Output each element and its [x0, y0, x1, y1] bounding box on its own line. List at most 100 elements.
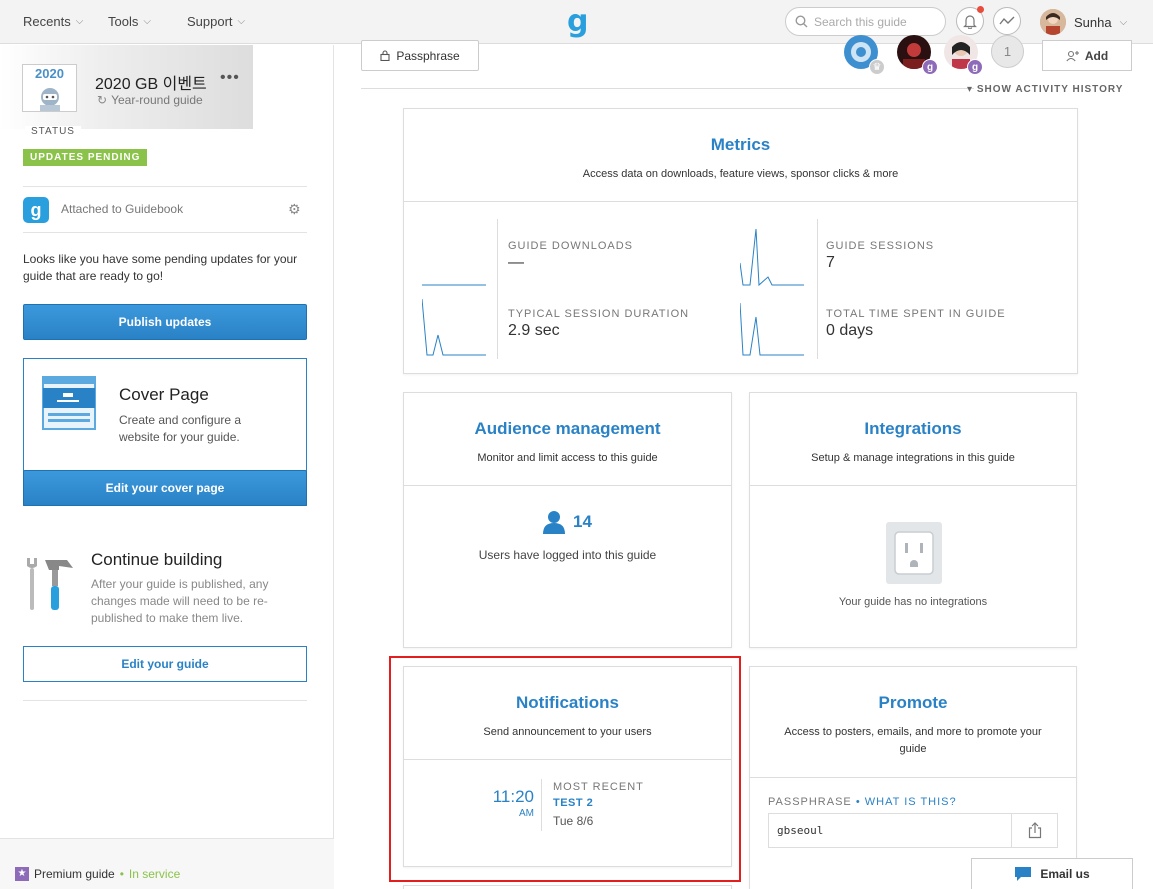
- sessions-sparkline: [740, 228, 804, 287]
- premium-separator: •: [119, 866, 124, 881]
- metrics-card[interactable]: Metrics Access data on downloads, featur…: [403, 108, 1078, 374]
- premium-status-text: In service: [128, 866, 181, 881]
- activity-pulse-icon: [999, 16, 1015, 25]
- divider: [404, 201, 1077, 202]
- passphrase-button-label: Passphrase: [396, 48, 460, 63]
- share-button[interactable]: [1011, 813, 1058, 848]
- guide-more-menu[interactable]: •••: [220, 69, 240, 87]
- time-spent-sparkline: [740, 302, 804, 356]
- metrics-title: Metrics: [710, 135, 771, 154]
- publish-updates-button[interactable]: Publish updates: [23, 304, 307, 340]
- audience-desc: Users have logged into this guide: [478, 548, 657, 562]
- edit-guide-button[interactable]: Edit your guide: [23, 646, 307, 682]
- passphrase-button[interactable]: Passphrase: [361, 40, 479, 71]
- nav-support-label: Support: [187, 14, 233, 29]
- bell-icon: [963, 14, 977, 29]
- guide-thumb-text: 2020: [35, 66, 64, 81]
- user-avatar: [1040, 9, 1066, 35]
- guide-type-label: Year-round guide: [111, 93, 203, 107]
- user-menu[interactable]: Sunha ⌵: [1040, 9, 1127, 35]
- chevron-down-icon: ⌵: [237, 16, 246, 27]
- divider: [750, 777, 1076, 778]
- status-badge: UPDATES PENDING: [23, 149, 148, 166]
- divider: [23, 186, 307, 187]
- continue-building-desc: After your guide is published, any chang…: [91, 577, 269, 625]
- edit-cover-page-button[interactable]: Edit your cover page: [23, 470, 307, 506]
- nav-tools[interactable]: Tools ⌵: [108, 14, 151, 29]
- metric-value: 2.9 sec: [508, 322, 560, 339]
- notifications-button[interactable]: [956, 6, 984, 35]
- activity-history-label: SHOW ACTIVITY HISTORY: [976, 84, 1124, 95]
- user-name: Sunha: [1074, 14, 1112, 30]
- passphrase-label: PASSPHRASE: [768, 796, 852, 808]
- star-icon: ★: [15, 866, 29, 881]
- promote-card[interactable]: Promote Access to posters, emails, and m…: [749, 666, 1077, 889]
- metric-value: 7: [826, 254, 835, 271]
- integrations-card[interactable]: Integrations Setup & manage integrations…: [749, 392, 1077, 648]
- search-input[interactable]: [814, 14, 934, 29]
- robot-icon: [40, 88, 60, 111]
- divider: [817, 219, 818, 359]
- audience-management-card[interactable]: Audience management Monitor and limit ac…: [403, 392, 732, 648]
- integrations-title: Integrations: [864, 419, 962, 438]
- cover-page-icon: [42, 376, 96, 430]
- nav-recents-label: Recents: [23, 14, 71, 29]
- passphrase-separator: •: [855, 796, 861, 808]
- search-box[interactable]: [785, 7, 946, 36]
- premium-label: Premium guide: [34, 866, 115, 881]
- share-icon: [1028, 822, 1041, 839]
- integrations-empty-text: Your guide has no integrations: [838, 596, 988, 608]
- audience-count-value: 14: [573, 512, 592, 531]
- chevron-down-icon: ⌵: [143, 16, 151, 27]
- cover-page-title: Cover Page: [119, 385, 209, 404]
- guide-thumbnail[interactable]: 2020: [22, 64, 77, 112]
- attached-label: Attached to Guidebook: [61, 202, 184, 216]
- gear-icon[interactable]: ⚙: [288, 201, 301, 218]
- refresh-icon: ↻: [97, 93, 108, 107]
- nav-recents[interactable]: Recents ⌵: [23, 14, 83, 29]
- activity-button[interactable]: [993, 7, 1021, 35]
- top-bar: Recents ⌵ Tools ⌵ Support ⌵ g Sunha ⌵: [0, 0, 1153, 44]
- premium-status: ★ Premium guide • In service: [0, 838, 334, 889]
- add-button-label: Add: [1084, 48, 1109, 63]
- guide-type: ↻ Year-round guide: [97, 93, 203, 107]
- show-activity-history[interactable]: ▾ SHOW ACTIVITY HISTORY: [967, 84, 1123, 95]
- more-collaborators-button[interactable]: 1: [991, 35, 1024, 68]
- highlight-box: [389, 656, 741, 882]
- add-collaborator-button[interactable]: Add: [1042, 40, 1132, 71]
- guidebook-badge-icon: g: [922, 59, 938, 75]
- guidebook-badge-icon: g: [967, 59, 983, 75]
- continue-building-title: Continue building: [91, 550, 223, 569]
- divider: [23, 232, 307, 233]
- metric-label: TOTAL TIME SPENT IN GUIDE: [826, 308, 1006, 320]
- status-label: STATUS: [25, 126, 81, 137]
- audience-subtitle: Monitor and limit access to this guide: [477, 452, 658, 464]
- chat-bubble-icon: [1015, 867, 1032, 881]
- guidebook-logo[interactable]: g: [567, 4, 588, 39]
- metric-label: GUIDE DOWNLOADS: [508, 240, 634, 252]
- audience-count: 14: [404, 510, 731, 534]
- next-card-partial: [403, 885, 732, 889]
- email-us-button[interactable]: Email us: [971, 858, 1133, 889]
- email-us-label: Email us: [1040, 867, 1090, 881]
- metric-value: 0 days: [826, 322, 874, 339]
- duration-sparkline: [422, 298, 486, 356]
- tools-icon: [27, 558, 73, 610]
- divider: [361, 88, 974, 89]
- promote-subtitle: Access to posters, emails, and more to p…: [784, 726, 1042, 755]
- what-is-this-link[interactable]: WHAT IS THIS?: [865, 796, 957, 808]
- audience-title: Audience management: [474, 419, 661, 438]
- nav-support[interactable]: Support ⌵: [187, 14, 245, 29]
- crown-badge-icon: ♛: [869, 59, 885, 75]
- notification-dot: [977, 6, 984, 13]
- passphrase-field[interactable]: gbseoul: [768, 813, 1012, 848]
- nav-tools-label: Tools: [108, 14, 139, 29]
- metrics-subtitle: Access data on downloads, feature views,…: [582, 168, 899, 180]
- chevron-down-icon: ⌵: [75, 16, 84, 27]
- pending-updates-text: Looks like you have some pending updates…: [23, 252, 298, 283]
- cover-page-desc: Create and configure a website for your …: [119, 413, 242, 444]
- metric-label: TYPICAL SESSION DURATION: [508, 308, 690, 320]
- sidebar: 2020 2020 GB 이벤트 ••• ↻ Year-round guide S…: [0, 45, 334, 889]
- add-user-icon: [1066, 50, 1079, 61]
- search-icon: [795, 15, 808, 28]
